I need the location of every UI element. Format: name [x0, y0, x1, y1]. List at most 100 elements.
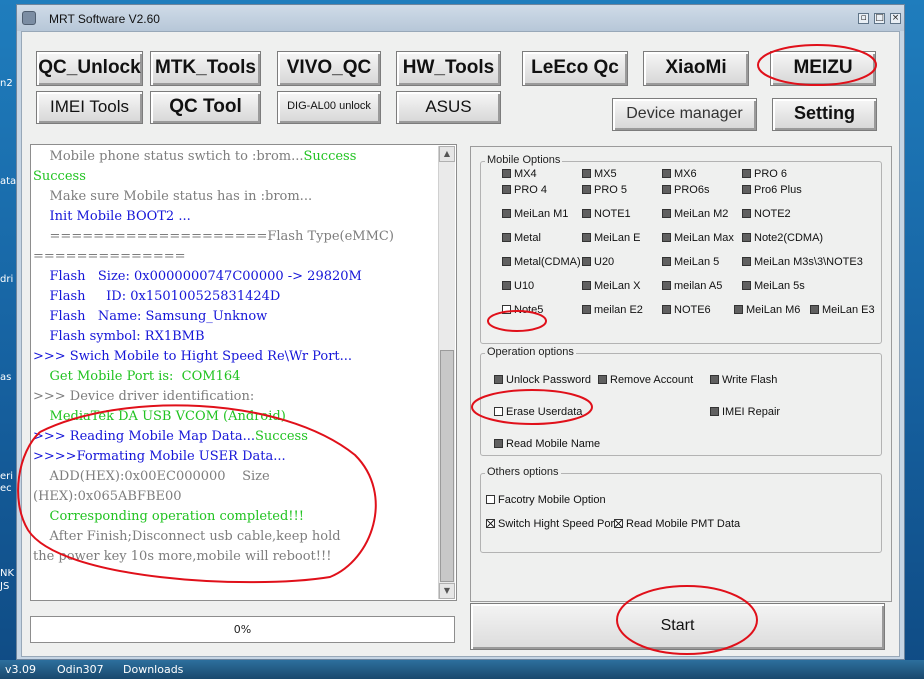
- checkbox-icon[interactable]: [494, 439, 503, 448]
- setting-button[interactable]: Setting: [772, 98, 877, 131]
- option-checkbox[interactable]: U10: [502, 280, 534, 293]
- desktop-icon-label[interactable]: Downloads: [123, 663, 183, 676]
- checkbox-icon[interactable]: [582, 281, 591, 290]
- maximize-icon[interactable]: □: [874, 13, 885, 24]
- checkbox-icon[interactable]: [742, 281, 751, 290]
- desktop-icon-label[interactable]: Odin307: [57, 663, 104, 676]
- hw-tools-button[interactable]: HW_Tools: [396, 51, 501, 86]
- option-checkbox[interactable]: PRO6s: [662, 184, 709, 197]
- checkbox-icon[interactable]: [598, 375, 607, 384]
- option-checkbox[interactable]: Metal: [502, 232, 541, 245]
- option-checkbox[interactable]: PRO 5: [582, 184, 627, 197]
- checkbox-icon[interactable]: [742, 257, 751, 266]
- checkbox-icon[interactable]: [502, 209, 511, 218]
- checkbox-icon[interactable]: [734, 305, 743, 314]
- scroll-up-icon[interactable]: ▲: [439, 146, 455, 162]
- checkbox-icon[interactable]: [662, 233, 671, 242]
- mtk-tools-button[interactable]: MTK_Tools: [150, 51, 261, 86]
- checkbox-icon[interactable]: [582, 305, 591, 314]
- option-checkbox[interactable]: MeiLan X: [582, 280, 640, 293]
- log-output[interactable]: Mobile phone status swtich to :brom...Su…: [30, 144, 457, 601]
- start-button[interactable]: Start: [470, 603, 885, 650]
- option-checkbox[interactable]: meilan E2: [582, 304, 643, 317]
- checkbox-icon[interactable]: [502, 257, 511, 266]
- xiaomi-button[interactable]: XiaoMi: [643, 51, 749, 86]
- option-checkbox[interactable]: Metal(CDMA): [502, 256, 581, 269]
- checkbox-icon[interactable]: [494, 375, 503, 384]
- checkbox-icon[interactable]: [486, 519, 495, 528]
- option-checkbox[interactable]: U20: [582, 256, 614, 269]
- leeco-qc-button[interactable]: LeEco Qc: [522, 51, 628, 86]
- option-checkbox[interactable]: NOTE2: [742, 208, 791, 221]
- option-checkbox[interactable]: PRO 6: [742, 168, 787, 181]
- option-checkbox[interactable]: Erase Userdata: [494, 406, 582, 419]
- checkbox-icon[interactable]: [710, 407, 719, 416]
- checkbox-icon[interactable]: [662, 169, 671, 178]
- option-checkbox[interactable]: MeiLan M1: [502, 208, 568, 221]
- option-checkbox[interactable]: Write Flash: [710, 374, 777, 387]
- meizu-button[interactable]: MEIZU: [770, 51, 876, 86]
- vivo-qc-button[interactable]: VIVO_QC: [277, 51, 381, 86]
- checkbox-icon[interactable]: [486, 495, 495, 504]
- option-checkbox[interactable]: MX6: [662, 168, 697, 181]
- option-checkbox[interactable]: Facotry Mobile Option: [486, 494, 606, 507]
- qc-unlock-button[interactable]: QC_Unlock: [36, 51, 143, 86]
- device-manager-button[interactable]: Device manager: [612, 98, 757, 131]
- option-checkbox[interactable]: MeiLan M6: [734, 304, 800, 317]
- checkbox-icon[interactable]: [662, 281, 671, 290]
- scroll-down-icon[interactable]: ▼: [439, 583, 455, 599]
- option-checkbox[interactable]: NOTE1: [582, 208, 631, 221]
- asus-button[interactable]: ASUS: [396, 91, 501, 124]
- checkbox-icon[interactable]: [810, 305, 819, 314]
- checkbox-icon[interactable]: [582, 185, 591, 194]
- option-checkbox[interactable]: Pro6 Plus: [742, 184, 802, 197]
- option-checkbox[interactable]: Read Mobile PMT Data: [614, 518, 740, 531]
- checkbox-icon[interactable]: [582, 233, 591, 242]
- option-checkbox[interactable]: Unlock Password: [494, 374, 591, 387]
- checkbox-icon[interactable]: [742, 233, 751, 242]
- checkbox-icon[interactable]: [502, 169, 511, 178]
- checkbox-icon[interactable]: [502, 281, 511, 290]
- checkbox-icon[interactable]: [494, 407, 503, 416]
- title-bar[interactable]: MRT Software V2.60 ▫ □ ×: [17, 5, 904, 31]
- checkbox-icon[interactable]: [502, 233, 511, 242]
- checkbox-icon[interactable]: [502, 305, 511, 314]
- option-checkbox[interactable]: MeiLan E: [582, 232, 640, 245]
- log-scrollbar[interactable]: ▲ ▼: [438, 146, 455, 599]
- checkbox-icon[interactable]: [742, 169, 751, 178]
- checkbox-icon[interactable]: [582, 209, 591, 218]
- checkbox-icon[interactable]: [662, 305, 671, 314]
- option-checkbox[interactable]: Remove Account: [598, 374, 693, 387]
- option-checkbox[interactable]: MeiLan M3s\3\NOTE3: [742, 256, 863, 269]
- option-checkbox[interactable]: Note2(CDMA): [742, 232, 823, 245]
- option-checkbox[interactable]: MeiLan 5s: [742, 280, 805, 293]
- checkbox-icon[interactable]: [502, 185, 511, 194]
- checkbox-icon[interactable]: [710, 375, 719, 384]
- desktop-icon-label[interactable]: v3.09: [5, 663, 36, 676]
- imei-tools-button[interactable]: IMEI Tools: [36, 91, 143, 124]
- option-checkbox[interactable]: IMEI Repair: [710, 406, 780, 419]
- option-checkbox[interactable]: MeiLan M2: [662, 208, 728, 221]
- checkbox-icon[interactable]: [582, 257, 591, 266]
- option-checkbox[interactable]: Note5: [502, 304, 543, 317]
- checkbox-icon[interactable]: [582, 169, 591, 178]
- checkbox-icon[interactable]: [742, 209, 751, 218]
- option-checkbox[interactable]: MeiLan E3: [810, 304, 875, 317]
- checkbox-icon[interactable]: [742, 185, 751, 194]
- option-checkbox[interactable]: Read Mobile Name: [494, 438, 600, 451]
- option-checkbox[interactable]: NOTE6: [662, 304, 711, 317]
- option-checkbox[interactable]: PRO 4: [502, 184, 547, 197]
- checkbox-icon[interactable]: [662, 257, 671, 266]
- close-icon[interactable]: ×: [890, 13, 901, 24]
- checkbox-icon[interactable]: [662, 209, 671, 218]
- option-checkbox[interactable]: MX4: [502, 168, 537, 181]
- option-checkbox[interactable]: Switch Hight Speed Por: [486, 518, 614, 531]
- checkbox-icon[interactable]: [662, 185, 671, 194]
- option-checkbox[interactable]: MX5: [582, 168, 617, 181]
- minimize-icon[interactable]: ▫: [858, 13, 869, 24]
- scroll-thumb[interactable]: [440, 350, 454, 582]
- option-checkbox[interactable]: meilan A5: [662, 280, 722, 293]
- checkbox-icon[interactable]: [614, 519, 623, 528]
- option-checkbox[interactable]: MeiLan Max: [662, 232, 734, 245]
- qc-tool-button[interactable]: QC Tool: [150, 91, 261, 124]
